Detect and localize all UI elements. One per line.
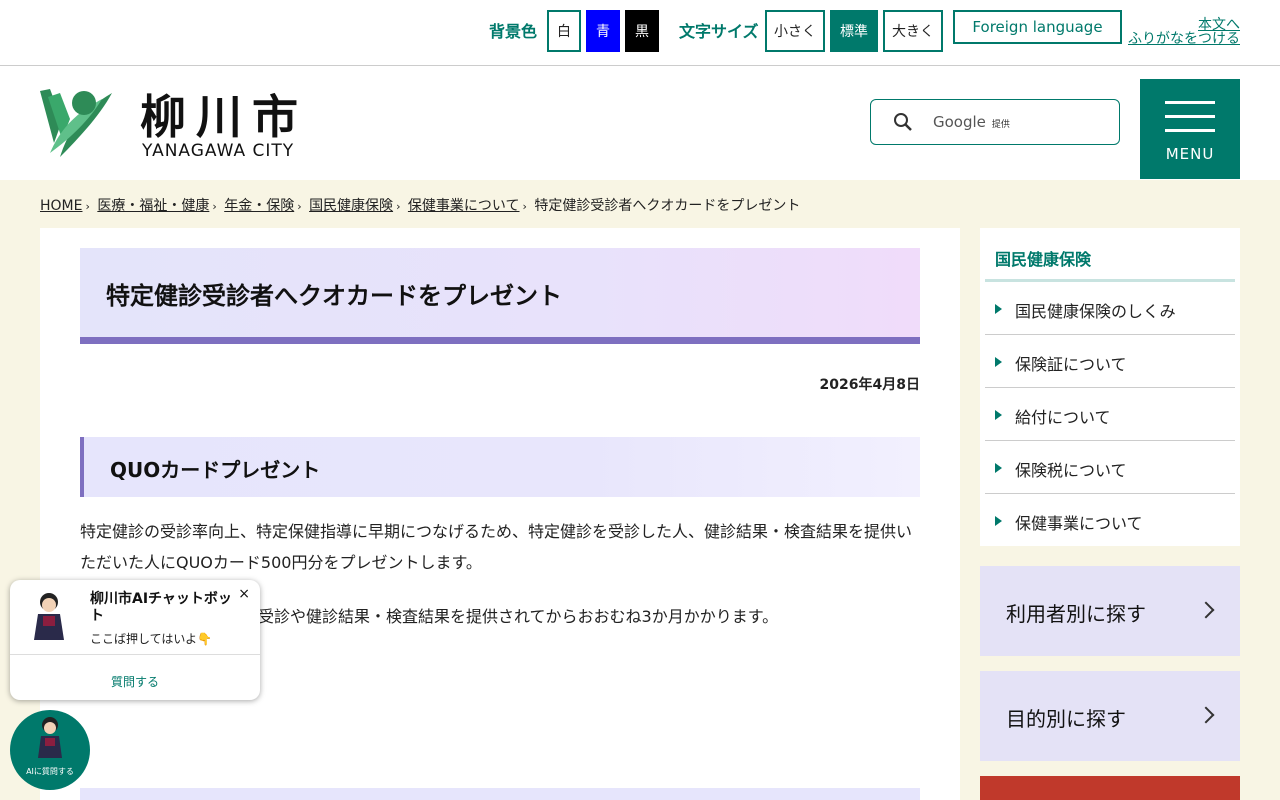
triangle-right-icon [995, 357, 1002, 367]
article-paragraph: 特定健診の受診率向上、特定保健指導に早期につなげるため、特定健診を受診した人、健… [80, 522, 913, 572]
foreign-language-button[interactable]: Foreign language [953, 10, 1122, 44]
section-heading: QUOカードプレゼント [110, 458, 321, 482]
ask-question-button[interactable]: 質問する [10, 673, 260, 690]
triangle-right-icon [995, 304, 1002, 314]
breadcrumb-national-health[interactable]: 国民健康保険 [309, 198, 393, 214]
search-box[interactable]: Google 提供 [870, 99, 1120, 145]
triangle-right-icon [995, 516, 1002, 526]
find-by-purpose-button[interactable]: 目的別に探す [980, 671, 1240, 761]
font-large-button[interactable]: 大きく [883, 10, 943, 52]
menu-icon-line [1165, 115, 1215, 118]
side-nav-item[interactable]: 保険税について [985, 441, 1235, 494]
chatbot-title: 柳川市AIチャットボット [90, 591, 232, 624]
side-nav-item[interactable]: 保健事業について [985, 494, 1235, 547]
breadcrumb-pension[interactable]: 年金・保険 [224, 198, 294, 214]
page-title: 特定健診受診者へクオカードをプレゼント [106, 282, 562, 310]
search-placeholder: Google 提供 [933, 113, 1010, 131]
skip-to-content-link[interactable]: 本文へ [1128, 18, 1240, 32]
furigana-link[interactable]: ふりがなをつける [1128, 32, 1240, 46]
article: 特定健診受診者へクオカードをプレゼント 2026年4月8日 QUOカードプレゼン… [40, 228, 960, 800]
side-nav-item[interactable]: 保険証について [985, 335, 1235, 388]
next-section-heading-box [80, 788, 920, 800]
publish-date: 2026年4月8日 [819, 377, 920, 393]
side-nav-heading[interactable]: 国民健康保険 [985, 228, 1235, 282]
chevron-right-icon [1197, 601, 1215, 619]
page-title-box: 特定健診受診者へクオカードをプレゼント [80, 248, 920, 344]
font-standard-button[interactable]: 標準 [830, 10, 878, 52]
content-area: HOME › 医療・福祉・健康 › 年金・保険 › 国民健康保険 › 保健事業について ›… [0, 180, 1280, 800]
chatbot-popup: 柳川市AIチャットボット × ここば押してはいよ👇 質問する [10, 580, 260, 700]
site-header: 柳川市 YANAGAWA CITY Google 提供 MENU [0, 67, 1280, 180]
breadcrumb-home[interactable]: HOME [40, 198, 82, 214]
side-nav-item[interactable]: 給付について [985, 388, 1235, 441]
bg-black-button[interactable]: 黒 [625, 10, 659, 52]
close-icon[interactable]: × [238, 586, 250, 602]
chevron-right-icon [1197, 706, 1215, 724]
side-nav-item[interactable]: 国民健康保険のしくみ [985, 282, 1235, 335]
find-by-user-button[interactable]: 利用者別に探す [980, 566, 1240, 656]
chatbot-character-icon [34, 593, 64, 640]
disaster-info-banner[interactable] [980, 776, 1240, 800]
divider [10, 654, 260, 655]
bg-white-button[interactable]: 白 [547, 10, 581, 52]
breadcrumb-current: 特定健診受診者へクオカードをプレゼント [534, 198, 801, 214]
triangle-right-icon [995, 463, 1002, 473]
logo-roman: YANAGAWA CITY [142, 141, 295, 161]
find-by-user-label: 利用者別に探す [1006, 602, 1146, 626]
section-heading-box: QUOカードプレゼント [80, 437, 920, 497]
chatbot-subtitle: ここば押してはいよ👇 [90, 632, 213, 646]
chatbot-launcher-label: AIに質問する [26, 767, 74, 776]
chatbot-character-icon [38, 717, 62, 758]
triangle-right-icon [995, 410, 1002, 420]
breadcrumb: HOME › 医療・福祉・健康 › 年金・保険 › 国民健康保険 › 保健事業について ›… [40, 198, 801, 214]
font-size-label: 文字サイズ [679, 22, 759, 41]
logo-kanji: 柳川市 [140, 90, 308, 144]
side-navigation: 国民健康保険 国民健康保険のしくみ 保険証について 給付について 保険税について… [980, 228, 1240, 546]
breadcrumb-health-program[interactable]: 保健事業について [408, 198, 520, 214]
menu-label: MENU [1165, 145, 1215, 163]
article-paragraph: 受診や健診結果・検査結果を提供されてからおおむね3か月かかります。 [258, 607, 779, 626]
search-icon[interactable] [893, 112, 913, 132]
utility-bar: 背景色 白 青 黒 文字サイズ 小さく 標準 大きく Foreign langu… [0, 0, 1280, 66]
breadcrumb-medical[interactable]: 医療・福祉・健康 [97, 198, 209, 214]
bg-blue-button[interactable]: 青 [586, 10, 620, 52]
menu-icon-line [1165, 101, 1215, 104]
menu-icon-line [1165, 129, 1215, 132]
ruby-links: 本文へ ふりがなをつける [1128, 18, 1240, 46]
yanagawa-city-logo-icon[interactable] [40, 85, 112, 157]
font-small-button[interactable]: 小さく [765, 10, 825, 52]
find-by-purpose-label: 目的別に探す [1006, 707, 1126, 731]
chatbot-launcher-button[interactable]: AIに質問する [10, 710, 90, 790]
background-color-label: 背景色 [489, 22, 538, 41]
menu-button[interactable]: MENU [1140, 79, 1240, 179]
